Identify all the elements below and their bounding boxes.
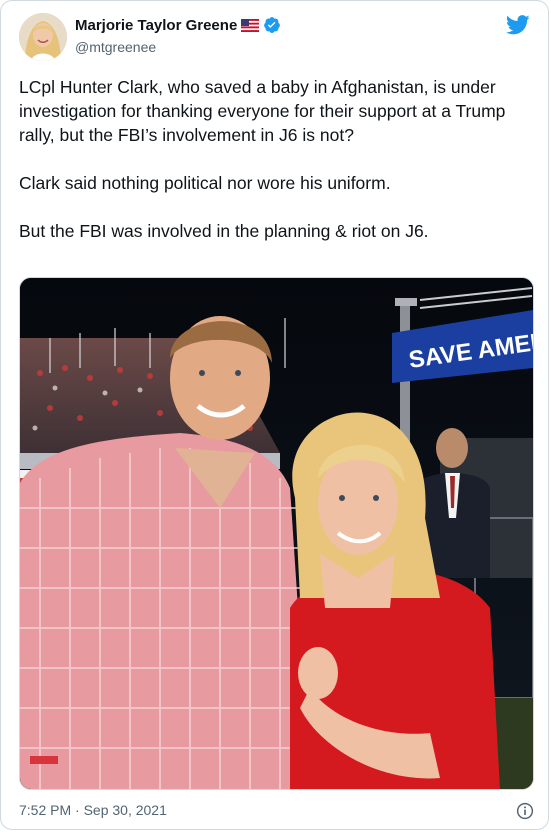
tweet-paragraph: LCpl Hunter Clark, who saved a baby in A…	[19, 77, 506, 145]
tweet-footer: 7:52 PM · Sep 30, 2021	[19, 802, 534, 822]
tweet-header: Marjorie Taylor Greene @mtgreenee	[1, 1, 548, 63]
tweet-paragraph: But the FBI was involved in the planning…	[19, 221, 429, 241]
verified-badge-icon	[263, 16, 281, 34]
author-name-row: Marjorie Taylor Greene	[75, 16, 281, 34]
tweet-text: LCpl Hunter Clark, who saved a baby in A…	[19, 75, 534, 267]
twitter-bird-icon[interactable]	[506, 15, 530, 35]
tweet-photo[interactable]: SAVE AMER	[19, 277, 534, 790]
info-icon[interactable]	[516, 802, 534, 820]
avatar[interactable]	[19, 13, 67, 61]
us-flag-icon	[241, 18, 260, 32]
tweet-paragraph: Clark said nothing political nor wore hi…	[19, 173, 391, 193]
avatar-image	[19, 13, 67, 61]
tweet-card: Marjorie Taylor Greene @mtgreenee LCpl H…	[0, 0, 549, 830]
rally-photo: SAVE AMER	[20, 278, 533, 789]
tweet-timestamp[interactable]: 7:52 PM · Sep 30, 2021	[19, 802, 167, 818]
author-handle[interactable]: @mtgreenee	[75, 39, 156, 55]
author-display-name[interactable]: Marjorie Taylor Greene	[75, 17, 237, 34]
